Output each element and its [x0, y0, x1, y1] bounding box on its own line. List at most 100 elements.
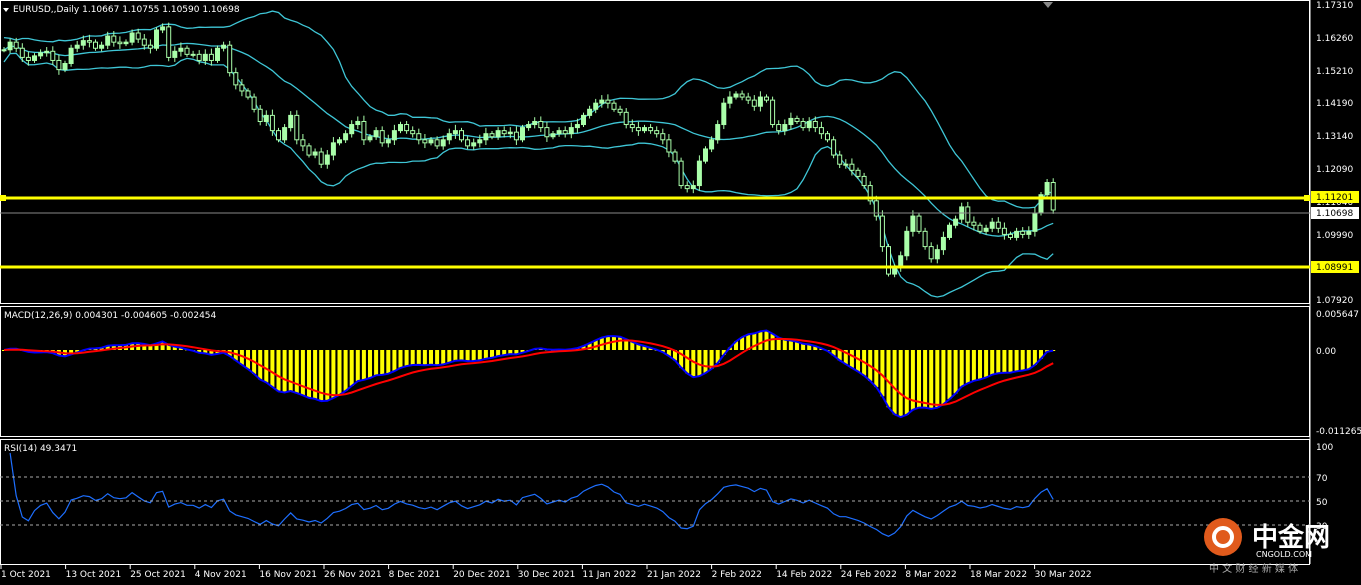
candle-body — [574, 124, 580, 129]
candle-body — [361, 120, 367, 141]
macd-histogram-bar — [904, 350, 909, 415]
date-tick: 16 Nov 2021 — [259, 570, 317, 580]
macd-histogram-bar — [355, 350, 360, 382]
candle-body — [80, 40, 86, 46]
candle-body — [422, 139, 428, 144]
candle-body — [330, 142, 336, 156]
candle-body — [892, 267, 898, 275]
candle-body — [513, 131, 519, 141]
candle-body — [1, 49, 7, 52]
candle-body — [1044, 182, 1050, 196]
macd-histogram-bar — [483, 350, 488, 359]
candle-body — [337, 139, 342, 144]
macd-histogram-bar — [276, 350, 281, 392]
candle-body — [99, 44, 105, 49]
candle-body — [855, 169, 861, 177]
macd-histogram-bar — [892, 350, 897, 415]
candle-body — [648, 127, 654, 132]
candle-body — [56, 59, 62, 71]
candle-body — [111, 35, 117, 43]
candle-body — [776, 124, 782, 132]
candle-body — [1032, 212, 1038, 232]
candle-body — [398, 124, 403, 132]
candle-body — [7, 41, 13, 51]
macd-histogram-bar — [1020, 350, 1025, 371]
candle-body — [434, 139, 440, 147]
price-tick: 1.13140 — [1316, 132, 1353, 142]
candle-body — [349, 124, 355, 135]
date-tick: 30 Dec 2021 — [518, 570, 576, 580]
chart-canvas: EURUSD,,Daily 1.10667 1.10755 1.10590 1.… — [0, 0, 1361, 580]
macd-histogram-bar — [978, 350, 982, 380]
candle-body — [452, 130, 458, 135]
candle-body — [62, 63, 68, 71]
macd-histogram-bar — [941, 350, 946, 405]
candle-body — [385, 139, 391, 144]
macd-histogram-bar — [1008, 350, 1013, 373]
candle-body — [489, 133, 495, 138]
candle-body — [654, 130, 660, 135]
candle-body — [629, 124, 635, 129]
chart-shift-marker-icon[interactable] — [1043, 2, 1053, 8]
candle-body — [886, 246, 891, 275]
candle-body — [141, 38, 147, 46]
candle-body — [263, 114, 269, 122]
candle-body — [190, 53, 196, 56]
candle-body — [782, 124, 788, 132]
candle-body — [507, 131, 513, 135]
date-tick: 21 Jan 2022 — [647, 570, 701, 580]
candle-body — [788, 117, 794, 126]
candle-body — [1050, 182, 1056, 211]
macd-histogram-bar — [996, 350, 1001, 374]
candle-body — [660, 133, 666, 141]
candle-body — [288, 114, 294, 129]
macd-indicator — [2, 329, 1056, 419]
candle-body — [831, 139, 837, 156]
candle-body — [751, 99, 757, 107]
candle-body — [208, 53, 214, 61]
candle-body — [123, 41, 129, 45]
date-tick: 20 Dec 2021 — [453, 570, 511, 580]
resistance-line-handle-right[interactable] — [1304, 195, 1310, 201]
candle-body — [916, 215, 922, 232]
date-tick: 30 Mar 2022 — [1035, 570, 1092, 580]
candle-body — [117, 41, 123, 45]
date-tick: 11 Jan 2022 — [582, 570, 636, 580]
symbol-menu-arrow-icon[interactable] — [3, 8, 9, 12]
date-tick: 1 Oct 2021 — [1, 570, 51, 580]
candle-body — [251, 96, 257, 110]
candle-body — [623, 111, 629, 126]
macd-histogram-bar — [422, 350, 427, 366]
candle-body — [904, 230, 910, 257]
macd-histogram-bar — [971, 350, 976, 381]
candle-body — [703, 148, 708, 162]
macd-histogram-bar — [429, 350, 433, 365]
candle-body — [709, 139, 715, 150]
candle-body — [19, 47, 25, 58]
candle-body — [178, 47, 184, 52]
candle-body — [617, 108, 623, 113]
price-axis: 1.17310 1.16260 1.15210 1.14190 1.13140 … — [1316, 1, 1353, 306]
price-tick: 1.17310 — [1316, 1, 1353, 11]
candle-body — [227, 44, 233, 74]
macd-histogram-bar — [380, 350, 385, 375]
cngold-watermark: 中金网 CNGOLD.COM 中 文 财 经 新 媒 体 — [1204, 518, 1330, 575]
watermark-tagline: 中 文 财 经 新 媒 体 — [1209, 562, 1298, 575]
rsi-indicator — [9, 452, 1054, 537]
macd-histogram-bar — [849, 350, 854, 368]
rsi-panel-frame — [0, 439, 1310, 565]
candle-body — [25, 56, 31, 61]
resistance-line-handle-left[interactable] — [0, 195, 6, 201]
candle-body — [690, 185, 696, 190]
macd-histogram-bar — [929, 350, 934, 409]
candle-body — [715, 124, 721, 141]
candle-body — [68, 47, 74, 65]
candle-body — [794, 117, 800, 122]
macd-histogram-bar — [386, 350, 391, 374]
macd-header: MACD(12,26,9) 0.004301 -0.004605 -0.0024… — [4, 311, 217, 321]
candle-body — [1020, 230, 1026, 235]
macd-histogram-bar — [788, 340, 793, 350]
candle-body — [520, 127, 525, 141]
macd-tick: -0.011265 — [1316, 427, 1361, 437]
candle-body — [1014, 230, 1020, 238]
